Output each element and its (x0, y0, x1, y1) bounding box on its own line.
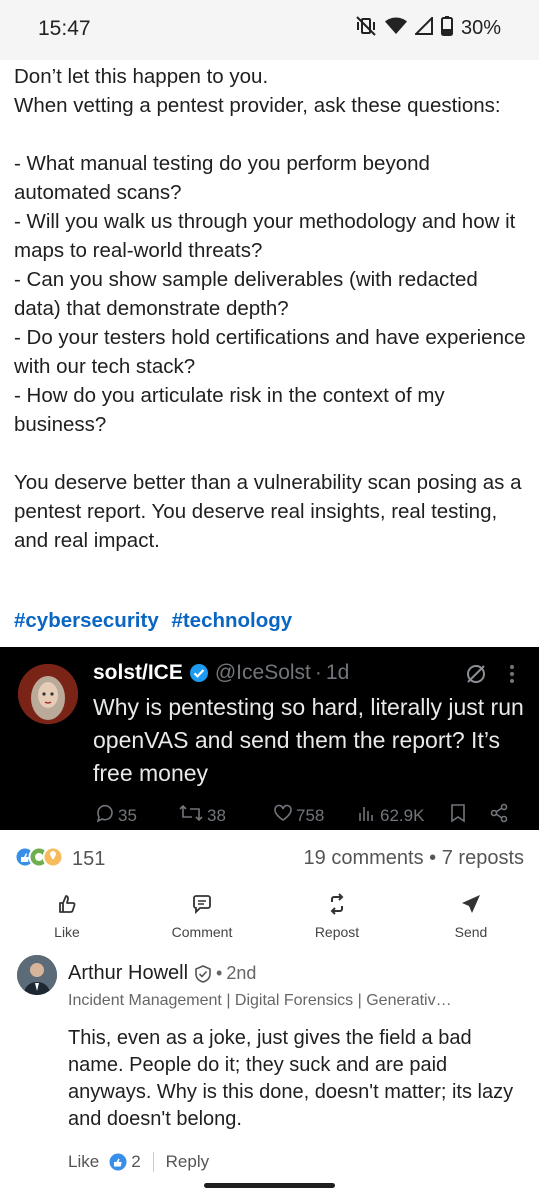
post-line: - What manual testing do you perform bey… (14, 152, 430, 204)
comments-reposts-summary[interactable]: 19 comments • 7 reposts (304, 847, 524, 870)
bookmark-icon (449, 803, 467, 828)
comments-count[interactable]: 19 comments (304, 847, 424, 869)
tweet-bookmark (449, 803, 467, 828)
dot-separator: • (429, 847, 437, 869)
repost-button[interactable]: Repost (282, 893, 392, 940)
hashtag-link[interactable]: #cybersecurity (14, 609, 159, 632)
tweet-time: 1d (325, 661, 350, 684)
send-label: Send (454, 924, 488, 940)
wifi-icon (384, 17, 407, 40)
post-text: Don’t let this happen to you. When vetti… (14, 62, 529, 555)
post-line: You deserve better than a vulnerability … (14, 471, 522, 552)
post-gap (14, 439, 529, 468)
signal-icon (413, 15, 433, 40)
send-icon (460, 893, 482, 920)
tweet-like-count: 758 (296, 805, 325, 825)
tweet-text: Why is pentesting so hard, literally jus… (93, 694, 524, 786)
post-gap (14, 120, 529, 149)
comment-actions: Like 2 Reply (68, 1152, 209, 1172)
commenter-name[interactable]: Arthur Howell (68, 962, 188, 985)
status-time: 15:47 (38, 17, 91, 40)
like-reaction-icon (109, 1153, 127, 1171)
home-indicator[interactable] (204, 1183, 335, 1188)
comment-icon (191, 893, 213, 920)
post-action-bar: Like Comment Repost Send (0, 893, 539, 943)
reposts-count[interactable]: 7 reposts (442, 847, 524, 869)
comment-dot: • (216, 963, 223, 983)
tweet-top-icons (465, 663, 515, 690)
battery-percent: 30% (460, 17, 501, 39)
vibrate-off-icon (355, 16, 377, 41)
verified-badge-icon (189, 663, 209, 683)
commenter-headline: Incident Management | Digital Forensics … (68, 992, 452, 1009)
reactions-count: 151 (72, 848, 106, 870)
post-line: When vetting a pentest provider, ask the… (14, 94, 501, 117)
separator (152, 1152, 154, 1172)
comment-button[interactable]: Comment (147, 893, 257, 940)
tweet-likes: 758 (273, 803, 324, 828)
status-icons: 30% (355, 15, 501, 41)
comment-text: This, even as a joke, just gives the fie… (68, 1027, 514, 1130)
share-icon (489, 803, 509, 828)
grok-icon (465, 663, 487, 690)
more-options-icon (509, 664, 515, 689)
post-line: - Can you show sample deliverables (with… (14, 268, 478, 320)
heart-icon (273, 803, 293, 828)
comment-like-count: 2 (131, 1152, 141, 1171)
tweet-avatar (18, 664, 78, 724)
tweet-dot: · (314, 661, 322, 684)
repost-label: Repost (314, 924, 360, 940)
tweet-author-name: solst/ICE (93, 661, 183, 684)
tweet-retweet-count: 38 (207, 805, 226, 825)
tweet-retweets: 38 (178, 803, 226, 828)
tweet-replies: 35 (95, 803, 137, 828)
tweet-share (489, 803, 509, 828)
repost-icon (326, 893, 348, 920)
views-icon (357, 803, 377, 828)
like-label: Like (54, 924, 80, 940)
send-button[interactable]: Send (416, 893, 526, 940)
comment-like-button[interactable]: Like (68, 1152, 99, 1172)
connection-degree: 2nd (226, 963, 257, 983)
reactions-summary[interactable]: 151 (14, 846, 105, 873)
comment-label: Comment (171, 924, 233, 940)
reply-button[interactable]: Reply (166, 1152, 209, 1172)
reaction-icons (14, 846, 66, 873)
post-line: - Do your testers hold certifications an… (14, 326, 526, 378)
embedded-tweet-image[interactable]: solst/ICE @IceSolst · 1d Why is pentesti… (0, 647, 539, 830)
tweet-views: 62.9K (357, 803, 424, 828)
like-button[interactable]: Like (12, 893, 122, 940)
post-line: - How do you articulate risk in the cont… (14, 384, 445, 436)
battery-icon (440, 16, 453, 41)
post-line: - Will you walk us through your methodol… (14, 210, 516, 262)
comment-header: Arthur Howell • 2nd (68, 962, 256, 985)
reply-icon (95, 803, 115, 828)
verified-shield-icon (194, 964, 212, 983)
post-line: Don’t let this happen to you. (14, 65, 269, 88)
thumbs-up-icon (56, 893, 78, 920)
status-bar: 15:47 30% (0, 0, 539, 60)
tweet-header: solst/ICE @IceSolst · 1d (93, 661, 349, 685)
commenter-avatar[interactable] (17, 955, 57, 995)
hashtags: #cybersecurity #technology (14, 609, 299, 633)
tweet-handle: @IceSolst (214, 661, 311, 684)
tweet-reply-count: 35 (118, 805, 137, 825)
tweet-view-count: 62.9K (380, 805, 425, 825)
hashtag-link[interactable]: #technology (171, 609, 292, 632)
retweet-icon (178, 803, 204, 828)
